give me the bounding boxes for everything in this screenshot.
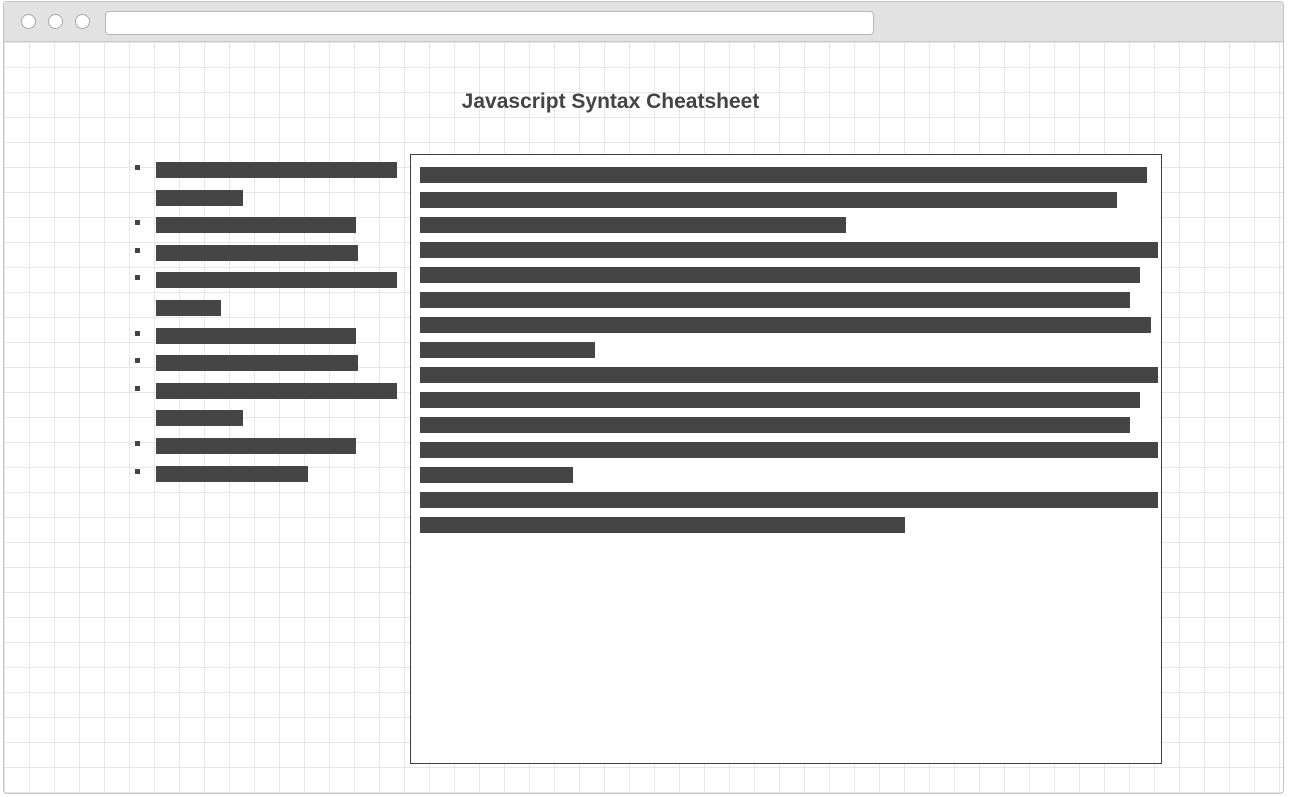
content-text-line-placeholder <box>420 517 905 533</box>
nav-item-bullet <box>135 165 140 170</box>
nav-item-text-placeholder[interactable] <box>156 465 308 482</box>
close-window-button[interactable] <box>21 14 36 29</box>
nav-item-bullet <box>135 468 140 474</box>
nav-item-bullet <box>135 275 140 281</box>
nav-item-text-placeholder[interactable] <box>156 438 356 454</box>
content-text-line-placeholder <box>420 192 1117 208</box>
minimize-window-button[interactable] <box>48 14 63 29</box>
nav-item-text-placeholder[interactable] <box>156 244 358 261</box>
content-text-line-placeholder <box>420 392 1140 408</box>
nav-item-text-placeholder[interactable] <box>156 272 397 289</box>
nav-item-bullet <box>135 330 140 336</box>
nav-item-bullet <box>135 220 140 226</box>
content-text-line-placeholder <box>420 267 1140 283</box>
content-text-line-placeholder <box>420 317 1151 333</box>
content-text-line-placeholder <box>420 167 1147 183</box>
content-text-line-placeholder <box>420 367 1158 383</box>
content-text-line-placeholder <box>420 292 1130 308</box>
address-bar[interactable] <box>105 11 874 35</box>
nav-item-bullet <box>135 441 140 446</box>
nav-item-text-placeholder[interactable] <box>156 410 243 427</box>
nav-item-text-placeholder[interactable] <box>156 355 358 372</box>
content-text-line-placeholder <box>420 492 1158 508</box>
maximize-window-button[interactable] <box>75 14 90 29</box>
nav-item-text-placeholder[interactable] <box>156 217 356 234</box>
content-text-line-placeholder <box>420 242 1158 258</box>
page-title: Javascript Syntax Cheatsheet <box>461 90 760 113</box>
content-text-line-placeholder <box>420 417 1130 433</box>
nav-item-bullet <box>135 358 140 364</box>
content-text-line-placeholder <box>420 442 1158 458</box>
content-text-line-placeholder <box>420 467 573 483</box>
nav-item-text-placeholder[interactable] <box>156 189 243 206</box>
nav-item-bullet <box>135 247 140 253</box>
nav-item-text-placeholder[interactable] <box>156 382 397 399</box>
content-panel <box>410 154 1162 764</box>
content-text-line-placeholder <box>420 342 595 358</box>
nav-item-bullet <box>135 385 140 391</box>
content-text-line-placeholder <box>420 217 846 233</box>
nav-item-text-placeholder[interactable] <box>156 327 356 344</box>
browser-window: Javascript Syntax Cheatsheet <box>3 1 1284 794</box>
nav-item-text-placeholder[interactable] <box>156 300 221 316</box>
browser-titlebar <box>4 2 1283 42</box>
nav-item-text-placeholder[interactable] <box>156 162 397 178</box>
